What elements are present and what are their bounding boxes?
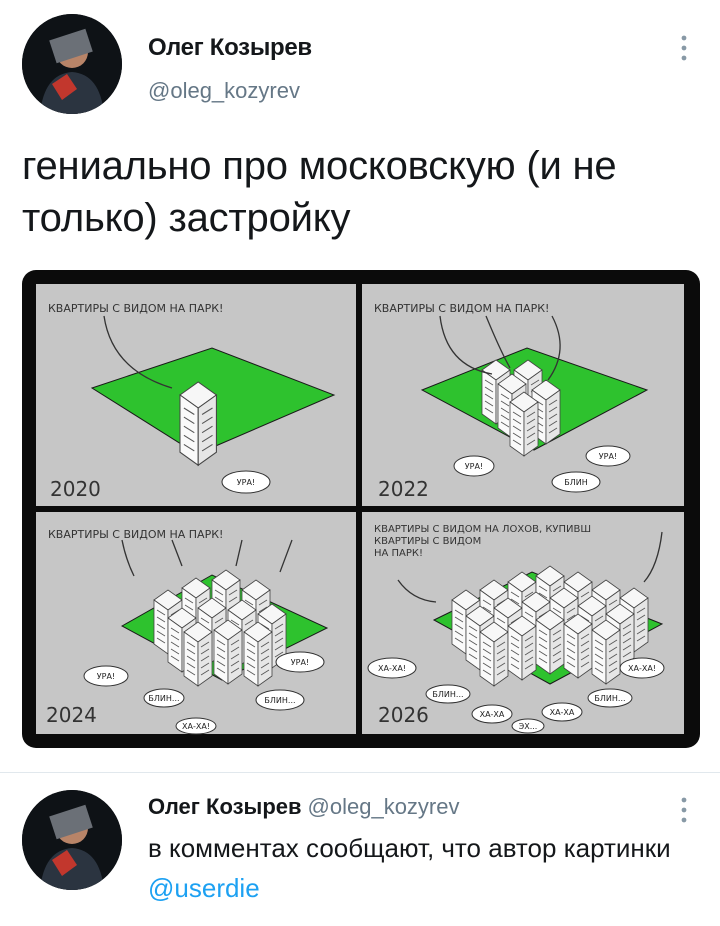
avatar[interactable] <box>22 790 122 890</box>
speech-bubble: БЛИН... <box>432 690 463 699</box>
speech-bubble: УРА! <box>465 462 483 471</box>
speech-bubble: ХА-ХА <box>480 710 505 719</box>
comic-year: 2026 <box>378 703 429 727</box>
reply-header: Олег Козырев @oleg_kozyrev <box>148 794 460 820</box>
speech-bubble: ХА-ХА! <box>378 664 406 673</box>
speech-bubble: ЭХ... <box>519 722 538 731</box>
speech-bubble: БЛИН... <box>264 696 295 705</box>
speech-bubble: БЛИН <box>564 478 588 487</box>
speech-bubble: ХА-ХА! <box>182 722 210 731</box>
speech-bubble: УРА! <box>237 478 255 487</box>
speech-bubble: ХА-ХА <box>550 708 575 717</box>
comic-caption: КВАРТИРЫ С ВИДОМ НА ПАРК! <box>48 528 223 541</box>
avatar[interactable] <box>22 14 122 114</box>
comic-caption: КВАРТИРЫ С ВИДОМ НА ПАРК! <box>48 302 223 315</box>
more-button[interactable] <box>672 790 696 830</box>
speech-bubble: УРА! <box>97 672 115 681</box>
reply-text-body: в комментах сообщают, что автор картинки <box>148 833 671 863</box>
divider <box>0 772 720 773</box>
speech-bubble: УРА! <box>599 452 617 461</box>
comic-caption: КВАРТИРЫ С ВИДОМ <box>374 536 481 547</box>
comic-year: 2024 <box>46 703 97 727</box>
comic-caption: КВАРТИРЫ С ВИДОМ НА ЛОХОВ, КУПИВШ <box>374 524 591 535</box>
speech-bubble: БЛИН... <box>594 694 625 703</box>
author-name[interactable]: Олег Козырев <box>148 34 312 62</box>
reply-text: в комментах сообщают, что автор картинки… <box>148 828 688 908</box>
comic-caption: НА ПАРК! <box>374 548 423 559</box>
author-handle[interactable]: @oleg_kozyrev <box>308 794 460 819</box>
mention-link[interactable]: @userdie <box>148 873 260 903</box>
comic-year: 2022 <box>378 477 429 501</box>
more-vertical-icon <box>681 35 687 61</box>
author-name[interactable]: Олег Козырев <box>148 794 302 819</box>
tweet-media-comic[interactable]: КВАРТИРЫ С ВИДОМ НА ПАРК! КВАРТИРЫ С ВИД… <box>22 270 700 748</box>
more-button[interactable] <box>672 28 696 68</box>
speech-bubble: БЛИН... <box>148 694 179 703</box>
tweet-header: Олег Козырев @oleg_kozyrev <box>22 14 702 114</box>
speech-bubble: УРА! <box>291 658 309 667</box>
comic-caption: КВАРТИРЫ С ВИДОМ НА ПАРК! <box>374 302 549 315</box>
tweet-text: гениально про московскую (и не только) з… <box>22 144 617 240</box>
comic-year: 2020 <box>50 477 101 501</box>
more-vertical-icon <box>681 797 687 823</box>
reply-tweet[interactable]: Олег Козырев @oleg_kozyrev в комментах со… <box>22 790 702 910</box>
author-handle[interactable]: @oleg_kozyrev <box>148 78 300 104</box>
speech-bubble: ХА-ХА! <box>628 664 656 673</box>
